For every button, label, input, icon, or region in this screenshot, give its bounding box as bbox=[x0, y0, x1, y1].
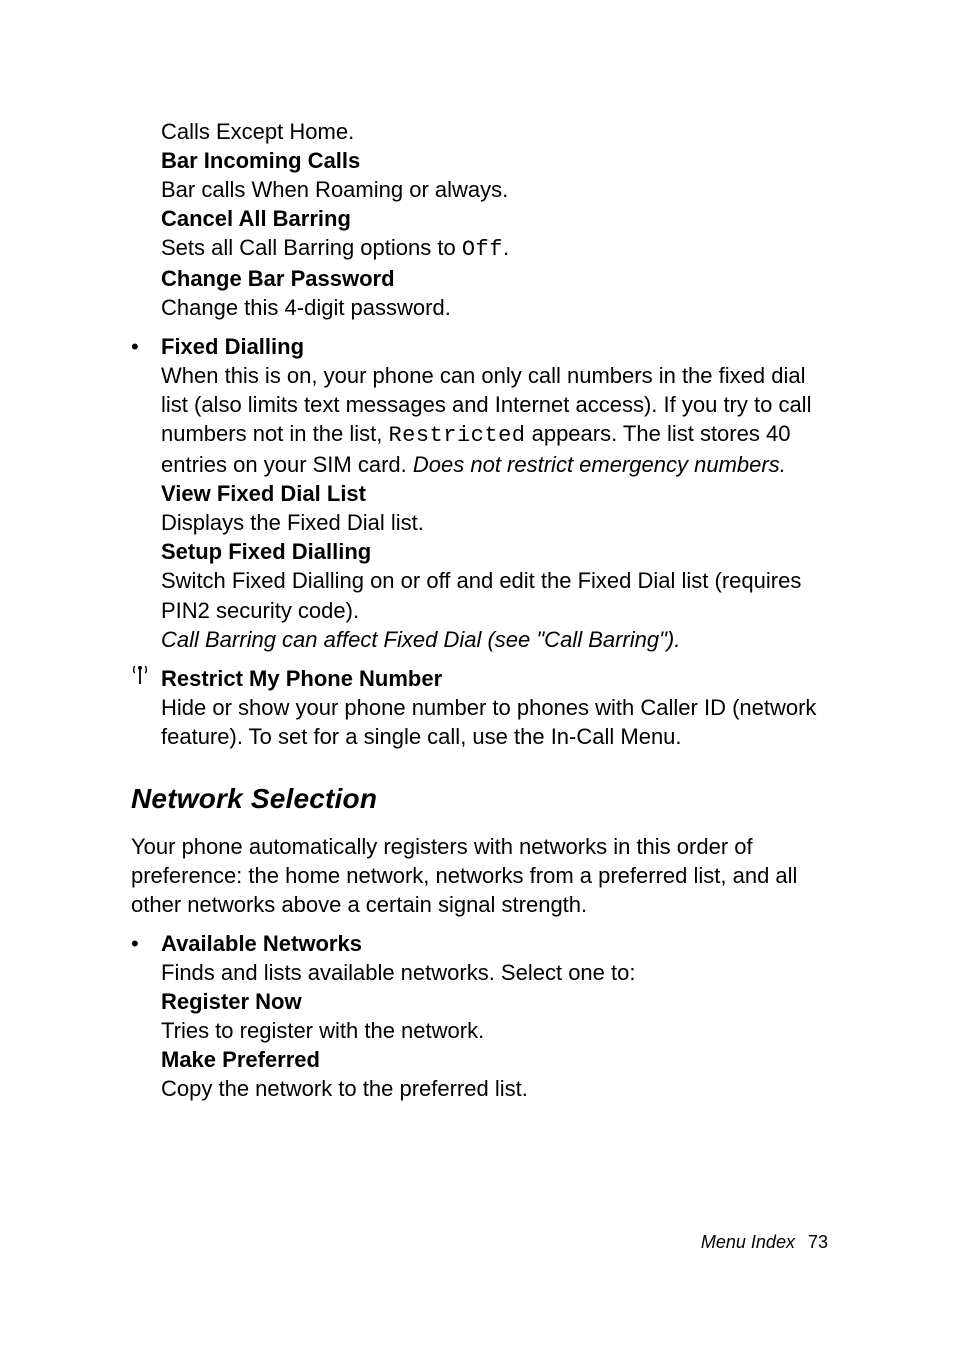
fd-text-italic: Does not restrict emergency numbers. bbox=[413, 452, 786, 477]
footer: Menu Index 73 bbox=[701, 1231, 828, 1255]
top-continuation-block: Calls Except Home. Bar Incoming Calls Ba… bbox=[161, 117, 828, 322]
text-cancel-all-barring: Sets all Call Barring options to Off. bbox=[161, 233, 828, 264]
footer-page-number: 73 bbox=[808, 1232, 828, 1252]
text-cancel-all-pre: Sets all Call Barring options to bbox=[161, 235, 462, 260]
heading-cancel-all-barring: Cancel All Barring bbox=[161, 204, 828, 233]
heading-make-preferred: Make Preferred bbox=[161, 1045, 828, 1074]
heading-network-selection: Network Selection bbox=[131, 781, 828, 818]
mono-off: Off bbox=[462, 237, 503, 262]
line-calls-except-home: Calls Except Home. bbox=[161, 117, 828, 146]
heading-restrict-my-phone-number: Restrict My Phone Number bbox=[161, 664, 828, 693]
text-change-bar-password: Change this 4-digit password. bbox=[161, 293, 828, 322]
heading-register-now: Register Now bbox=[161, 987, 828, 1016]
restrict-content: Restrict My Phone Number Hide or show yo… bbox=[161, 664, 828, 751]
text-register-now: Tries to register with the network. bbox=[161, 1016, 828, 1045]
bullet-fixed-dialling: • Fixed Dialling When this is on, your p… bbox=[131, 332, 828, 653]
bullet-available-networks: • Available Networks Finds and lists ava… bbox=[131, 929, 828, 1103]
antenna-icon bbox=[131, 664, 161, 686]
heading-view-fixed-dial-list: View Fixed Dial List bbox=[161, 479, 828, 508]
bullet-restrict-my-phone-number: Restrict My Phone Number Hide or show yo… bbox=[131, 664, 828, 751]
text-cancel-all-post: . bbox=[503, 235, 509, 260]
mono-restricted: Restricted bbox=[388, 423, 525, 448]
text-setup-fixed-dialling: Switch Fixed Dialling on or off and edit… bbox=[161, 566, 828, 624]
fixed-dialling-content: Fixed Dialling When this is on, your pho… bbox=[161, 332, 828, 653]
text-setup-fixed-dialling-italic: Call Barring can affect Fixed Dial (see … bbox=[161, 625, 828, 654]
bullet-dot-icon: • bbox=[131, 332, 161, 361]
available-networks-content: Available Networks Finds and lists avail… bbox=[161, 929, 828, 1103]
heading-change-bar-password: Change Bar Password bbox=[161, 264, 828, 293]
text-bar-incoming: Bar calls When Roaming or always. bbox=[161, 175, 828, 204]
heading-available-networks: Available Networks bbox=[161, 929, 828, 958]
bullet-dot-icon: • bbox=[131, 929, 161, 958]
heading-bar-incoming-calls: Bar Incoming Calls bbox=[161, 146, 828, 175]
heading-setup-fixed-dialling: Setup Fixed Dialling bbox=[161, 537, 828, 566]
footer-label: Menu Index bbox=[701, 1232, 795, 1252]
text-restrict-my-phone-number: Hide or show your phone number to phones… bbox=[161, 693, 828, 751]
text-available-networks-intro: Finds and lists available networks. Sele… bbox=[161, 958, 828, 987]
text-fixed-dialling-desc: When this is on, your phone can only cal… bbox=[161, 361, 828, 479]
text-view-fixed-dial-list: Displays the Fixed Dial list. bbox=[161, 508, 828, 537]
page-container: Calls Except Home. Bar Incoming Calls Ba… bbox=[0, 0, 954, 1345]
heading-fixed-dialling: Fixed Dialling bbox=[161, 332, 828, 361]
text-network-selection-intro: Your phone automatically registers with … bbox=[131, 832, 828, 919]
text-make-preferred: Copy the network to the preferred list. bbox=[161, 1074, 828, 1103]
